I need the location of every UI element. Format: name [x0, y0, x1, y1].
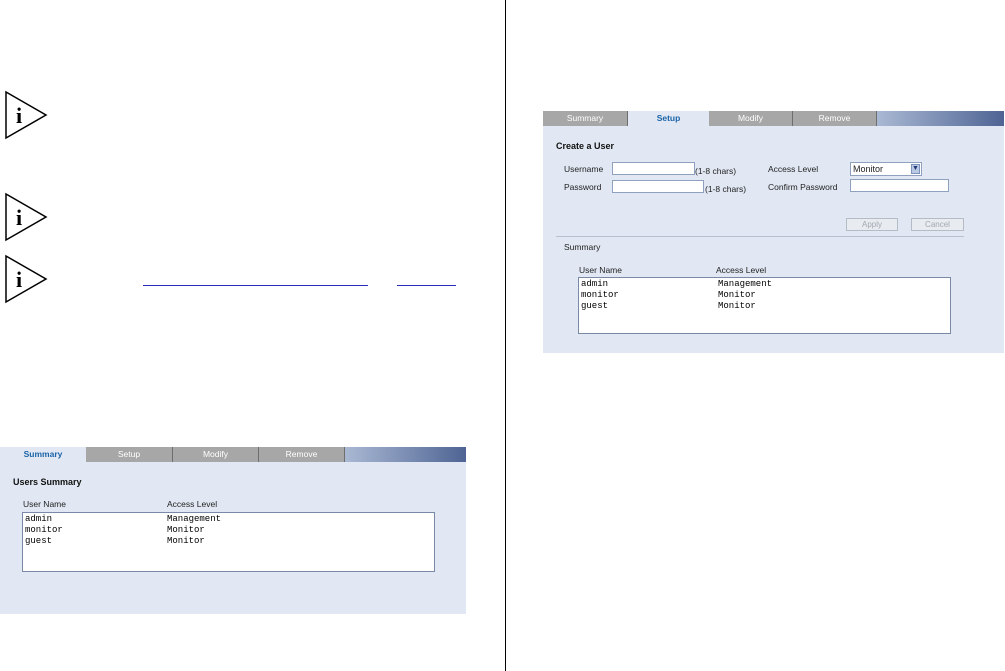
panel-heading: Create a User	[556, 141, 615, 151]
column-header-access-level: Access Level	[716, 265, 767, 275]
user-name: admin	[25, 514, 53, 524]
tab-summary[interactable]: Summary	[543, 111, 628, 126]
tab-bar-filler	[345, 447, 466, 462]
svg-text:i: i	[16, 103, 22, 128]
cancel-button[interactable]: Cancel	[911, 218, 964, 231]
username-input[interactable]	[612, 162, 695, 175]
tab-modify[interactable]: Modify	[709, 111, 793, 126]
section-divider	[556, 236, 964, 237]
list-item[interactable]: monitor Monitor	[25, 525, 432, 536]
list-item[interactable]: monitor Monitor	[581, 290, 948, 301]
users-list[interactable]: admin Management monitor Monitor guest M…	[578, 277, 951, 334]
tab-remove[interactable]: Remove	[259, 447, 345, 462]
user-name: monitor	[581, 290, 619, 300]
username-label: Username	[564, 164, 604, 174]
list-item[interactable]: admin Management	[25, 514, 432, 525]
column-header-user-name: User Name	[579, 265, 622, 275]
confirm-password-input[interactable]	[850, 179, 949, 192]
access-level: Monitor	[167, 536, 205, 546]
users-list[interactable]: admin Management monitor Monitor guest M…	[22, 512, 435, 572]
access-level: Monitor	[718, 290, 756, 300]
list-item[interactable]: guest Monitor	[25, 536, 432, 547]
access-level: Management	[167, 514, 222, 524]
password-hint: (1-8 chars)	[705, 184, 747, 194]
tab-modify[interactable]: Modify	[173, 447, 259, 462]
tab-bar: Summary Setup Modify Remove	[543, 111, 1004, 126]
svg-text:i: i	[16, 267, 22, 292]
page-divider	[505, 0, 506, 671]
note-link-underline[interactable]	[143, 285, 368, 286]
apply-button[interactable]: Apply	[846, 218, 898, 231]
confirm-password-label: Confirm Password	[768, 182, 838, 192]
username-hint: (1-8 chars)	[695, 166, 737, 176]
access-level-value: Monitor	[853, 164, 884, 174]
panel-heading: Users Summary	[13, 477, 82, 487]
user-name: guest	[581, 301, 609, 311]
password-input[interactable]	[612, 180, 704, 193]
tab-setup[interactable]: Setup	[86, 447, 173, 462]
summary-label: Summary	[564, 242, 601, 252]
list-item[interactable]: guest Monitor	[581, 301, 948, 312]
chevron-down-icon[interactable]: ▼	[911, 164, 920, 174]
tab-remove[interactable]: Remove	[793, 111, 877, 126]
info-note-icon: i	[5, 192, 48, 242]
password-label: Password	[564, 182, 602, 192]
info-note-icon: i	[5, 90, 48, 140]
access-level-select[interactable]: Monitor ▼	[850, 162, 922, 176]
tab-bar-filler	[877, 111, 1004, 126]
access-level-label: Access Level	[768, 164, 819, 174]
access-level: Management	[718, 279, 773, 289]
tab-setup[interactable]: Setup	[628, 111, 709, 126]
column-header-user-name: User Name	[23, 499, 66, 509]
users-summary-panel: Summary Setup Modify Remove Users Summar…	[0, 447, 466, 614]
note-link-underline[interactable]	[397, 285, 456, 286]
tab-summary[interactable]: Summary	[0, 447, 86, 462]
column-header-access-level: Access Level	[167, 499, 218, 509]
user-name: monitor	[25, 525, 63, 535]
access-level: Monitor	[718, 301, 756, 311]
user-name: admin	[581, 279, 609, 289]
access-level: Monitor	[167, 525, 205, 535]
svg-text:i: i	[16, 205, 22, 230]
user-name: guest	[25, 536, 53, 546]
tab-bar: Summary Setup Modify Remove	[0, 447, 466, 462]
list-item[interactable]: admin Management	[581, 279, 948, 290]
create-user-panel: Summary Setup Modify Remove Create a Use…	[543, 111, 1004, 353]
info-note-icon: i	[5, 254, 48, 304]
